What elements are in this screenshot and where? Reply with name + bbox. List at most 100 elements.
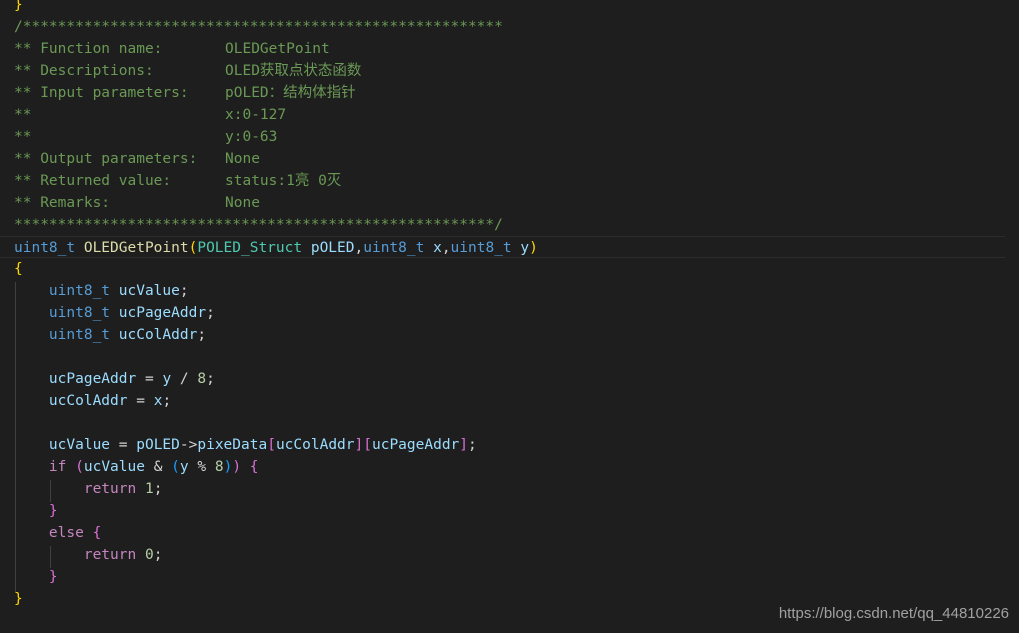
open-brace: { [92, 525, 102, 541]
code-line: ucColAddr = x; [14, 390, 1014, 412]
keyword-if: if [48, 459, 67, 475]
comment-line: ****************************************… [14, 214, 1014, 236]
comment-top-border: /***************************************… [14, 19, 503, 35]
comment-line: ** x:0-127 [14, 104, 1014, 126]
comment-label: ** Returned value: [14, 173, 172, 189]
paren: ) [232, 459, 242, 475]
semicolon: ; [206, 371, 215, 387]
param-name: x [433, 240, 442, 256]
closing-brace: } [14, 0, 23, 13]
code-line: if (ucValue & (y % 8)) { [14, 456, 1014, 478]
var-type: uint8_t [48, 305, 111, 321]
var-name: ucValue [118, 283, 180, 299]
operator: / [171, 371, 198, 387]
var-name: ucColAddr [118, 327, 198, 343]
open-brace: { [249, 459, 259, 475]
number-literal: 0 [144, 547, 154, 563]
number-literal: 1 [144, 481, 154, 497]
code-line: return 1; [14, 478, 1014, 500]
watermark: https://blog.csdn.net/qq_44810226 [778, 605, 1009, 622]
var-name: pOLED [136, 437, 180, 453]
var-name: ucPageAddr [48, 371, 137, 387]
var-name: y [179, 459, 189, 475]
comma: , [441, 240, 451, 256]
comment-line: ** Output parameters: None [14, 148, 1014, 170]
comment-line: ** Function name: OLEDGetPoint [14, 38, 1014, 60]
semicolon: ; [197, 327, 207, 343]
operator: & [144, 459, 172, 475]
operator: = [110, 437, 137, 453]
paren: ) [529, 240, 538, 256]
keyword-return: return [83, 481, 137, 497]
comment-line: ** Remarks: None [14, 192, 1014, 214]
param-name: pOLED [310, 240, 355, 256]
var-name: ucPageAddr [118, 305, 207, 321]
comment-line: ** y:0-63 [14, 126, 1014, 148]
var-name: y [162, 371, 172, 387]
closing-brace: } [48, 569, 58, 585]
closing-brace: } [48, 503, 58, 519]
comment-value: OLEDGetPoint [225, 41, 330, 57]
bracket: ] [354, 437, 364, 453]
var-type: uint8_t [48, 283, 111, 299]
semicolon: ; [162, 393, 172, 409]
open-brace: { [14, 261, 23, 277]
code-line: else { [14, 522, 1014, 544]
code-line: { [14, 258, 1014, 280]
semicolon: ; [179, 283, 189, 299]
paren: ) [223, 459, 233, 475]
comment-label: ** Descriptions: [14, 63, 154, 79]
param-type: uint8_t [363, 240, 425, 256]
semicolon: ; [153, 547, 163, 563]
number-literal: 8 [197, 371, 207, 387]
comment-label: ** [14, 129, 32, 145]
comment-label: ** Output parameters: [14, 151, 198, 167]
comment-line: ** Returned value: status:1亮 0灭 [14, 170, 1014, 192]
param-type: POLED_Struct [197, 240, 303, 256]
comment-value: status:1亮 0灭 [225, 173, 342, 189]
var-name: ucValue [48, 437, 111, 453]
member-name: pixeData [197, 437, 268, 453]
param-type: uint8_t [450, 240, 512, 256]
comment-value: pOLED：结构体指针 [225, 85, 356, 101]
comment-label: ** [14, 107, 32, 123]
comma: , [354, 240, 364, 256]
code-line: ucPageAddr = y / 8; [14, 368, 1014, 390]
operator: = [127, 393, 154, 409]
code-line: ucValue = pOLED->pixeData[ucColAddr][ucP… [14, 434, 1014, 456]
var-name: ucColAddr [48, 393, 128, 409]
comment-value: y:0-63 [225, 129, 278, 145]
return-type: uint8_t [14, 240, 76, 256]
comment-value: None [225, 195, 260, 211]
code-editor[interactable]: } /*************************************… [0, 0, 1019, 633]
code-line: } [14, 500, 1014, 522]
code-line: uint8_t ucColAddr; [14, 324, 1014, 346]
paren: ( [75, 459, 84, 475]
comment-bottom-border: ****************************************… [14, 217, 503, 233]
var-name: ucColAddr [275, 437, 355, 453]
comment-label: ** Remarks: [14, 195, 111, 211]
comment-label: ** Function name: [14, 41, 163, 57]
semicolon: ; [468, 437, 477, 453]
comment-line: /***************************************… [14, 16, 1014, 38]
param-name: y [520, 240, 530, 256]
semicolon: ; [153, 481, 163, 497]
function-signature-line[interactable]: uint8_t OLEDGetPoint(POLED_Struct pOLED,… [0, 236, 1005, 258]
code-line: uint8_t ucValue; [14, 280, 1014, 302]
number-literal: 8 [214, 459, 224, 475]
var-name: ucPageAddr [371, 437, 460, 453]
comment-line: ** Descriptions: OLED获取点状态函数 [14, 60, 1014, 82]
semicolon: ; [206, 305, 215, 321]
var-name: ucValue [83, 459, 145, 475]
comment-value: x:0-127 [225, 107, 287, 123]
bracket: [ [267, 437, 276, 453]
code-line: } [14, 0, 1014, 16]
operator: -> [179, 437, 198, 453]
comment-value: OLED获取点状态函数 [225, 63, 362, 79]
bracket: ] [459, 437, 469, 453]
code-line: } [14, 566, 1014, 588]
comment-label: ** Input parameters: [14, 85, 189, 101]
